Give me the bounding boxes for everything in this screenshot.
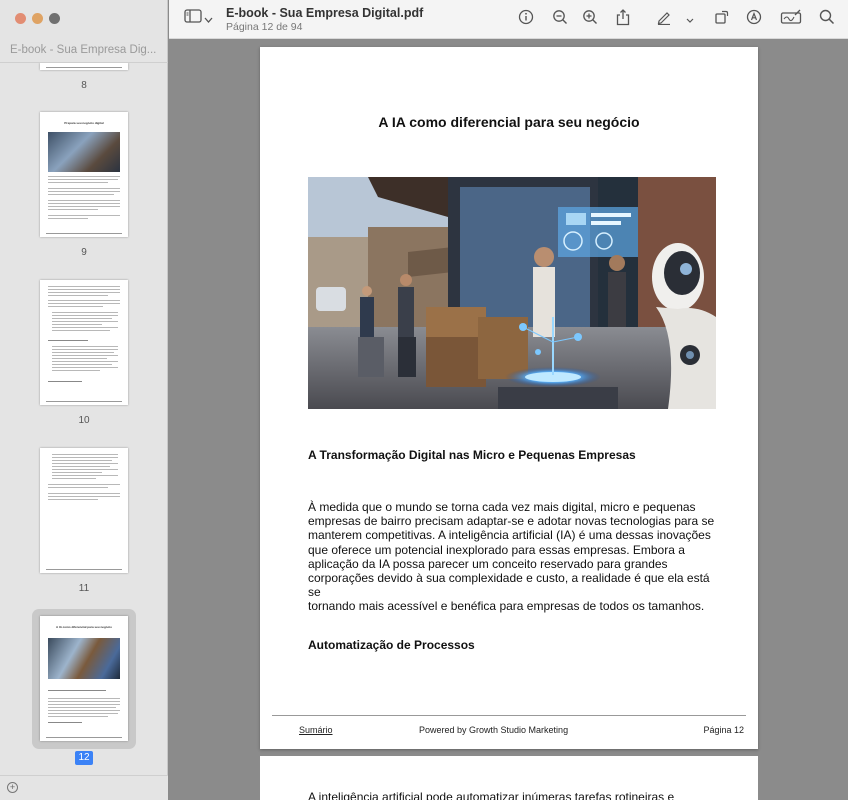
thumbnail-list[interactable]: 8 Prepara seu negócio digital 9 10 11 A … xyxy=(0,63,168,775)
page-indicator: Página 12 de 94 xyxy=(226,21,303,33)
footer-summary-link[interactable]: Sumário xyxy=(299,725,333,735)
thumbnail-image xyxy=(48,638,120,679)
annotate-icon[interactable] xyxy=(744,9,764,29)
search-icon[interactable] xyxy=(817,9,837,29)
thumbnail-image xyxy=(48,132,120,172)
paragraph-line: aplicação da IA possa parecer um conceit… xyxy=(308,556,668,571)
add-icon[interactable]: + xyxy=(7,782,18,793)
sidebar-footer: + xyxy=(0,775,168,800)
info-icon[interactable] xyxy=(516,9,536,29)
paragraph-line: À medida que o mundo se torna cada vez m… xyxy=(308,500,696,514)
thumbnail-number: 11 xyxy=(78,583,90,594)
thumbnail-page-11[interactable] xyxy=(40,448,128,573)
page-illustration xyxy=(308,177,716,409)
paragraph-line: manterem competitivas. A inteligência ar… xyxy=(308,528,711,543)
footer-credit: Powered by Growth Studio Marketing xyxy=(419,725,569,735)
toolbar: E-book - Sua Empresa Digital.pdf Página … xyxy=(169,0,848,39)
sidebar: E-book - Sua Empresa Dig... 8 Prepara se… xyxy=(0,0,168,800)
paragraph-line: tornando mais acessível e benéfica para … xyxy=(308,599,705,614)
thumbnail-number: 8 xyxy=(81,80,87,91)
close-window-button[interactable] xyxy=(15,13,26,24)
thumbnail-number: 10 xyxy=(78,415,90,426)
paragraph-line: corporações devido à sua complexidade e … xyxy=(308,571,710,600)
footer-page-number: Página 12 xyxy=(703,725,744,735)
chevron-down-icon[interactable] xyxy=(202,9,214,29)
signature-icon[interactable] xyxy=(779,9,803,29)
pdf-page-next: A inteligência artificial pode automatiz… xyxy=(260,756,758,800)
zoom-window-button[interactable] xyxy=(49,13,60,24)
chevron-down-icon[interactable] xyxy=(684,9,696,29)
markup-pen-icon[interactable] xyxy=(654,9,674,29)
section-heading: Automatização de Processos xyxy=(308,638,475,652)
document-title: E-book - Sua Empresa Digital.pdf xyxy=(226,6,424,20)
footer-divider xyxy=(272,715,746,716)
paragraph-line: que oferece um potencial inexplorado par… xyxy=(308,542,685,557)
next-page-text: A inteligência artificial pode automatiz… xyxy=(308,790,675,800)
zoom-out-icon[interactable] xyxy=(550,9,570,29)
minimize-window-button[interactable] xyxy=(32,13,43,24)
zoom-in-icon[interactable] xyxy=(580,9,600,29)
section-heading: A Transformação Digital nas Micro e Pequ… xyxy=(308,448,636,462)
pdf-page: A IA como diferencial para seu negócio A… xyxy=(260,47,758,749)
thumbnail-page-8[interactable] xyxy=(40,63,128,70)
sidebar-toggle-icon[interactable] xyxy=(183,9,203,29)
thumbnail-page-10[interactable] xyxy=(40,280,128,405)
document-view[interactable]: A IA como diferencial para seu negócio A… xyxy=(169,40,848,800)
thumbnail-number: 9 xyxy=(81,247,87,258)
thumbnail-number-selected: 12 xyxy=(75,751,93,765)
thumbnail-heading: Prepara seu negócio digital xyxy=(64,121,104,125)
paragraph-line: empresas de bairro precisam adaptar-se e… xyxy=(308,514,715,529)
thumbnail-page-12[interactable]: A IA como diferencial para seu negócio xyxy=(40,616,128,741)
window-controls xyxy=(15,13,60,24)
sidebar-title: E-book - Sua Empresa Dig... xyxy=(10,44,157,56)
thumbnail-page-9[interactable]: Prepara seu negócio digital xyxy=(40,112,128,237)
section-paragraph: À medida que o mundo se torna cada vez m… xyxy=(308,500,720,614)
rotate-icon[interactable] xyxy=(712,9,732,29)
thumbnail-heading: A IA como diferencial para seu negócio xyxy=(56,625,112,629)
page-title: A IA como diferencial para seu negócio xyxy=(378,114,640,130)
share-icon[interactable] xyxy=(613,9,633,29)
